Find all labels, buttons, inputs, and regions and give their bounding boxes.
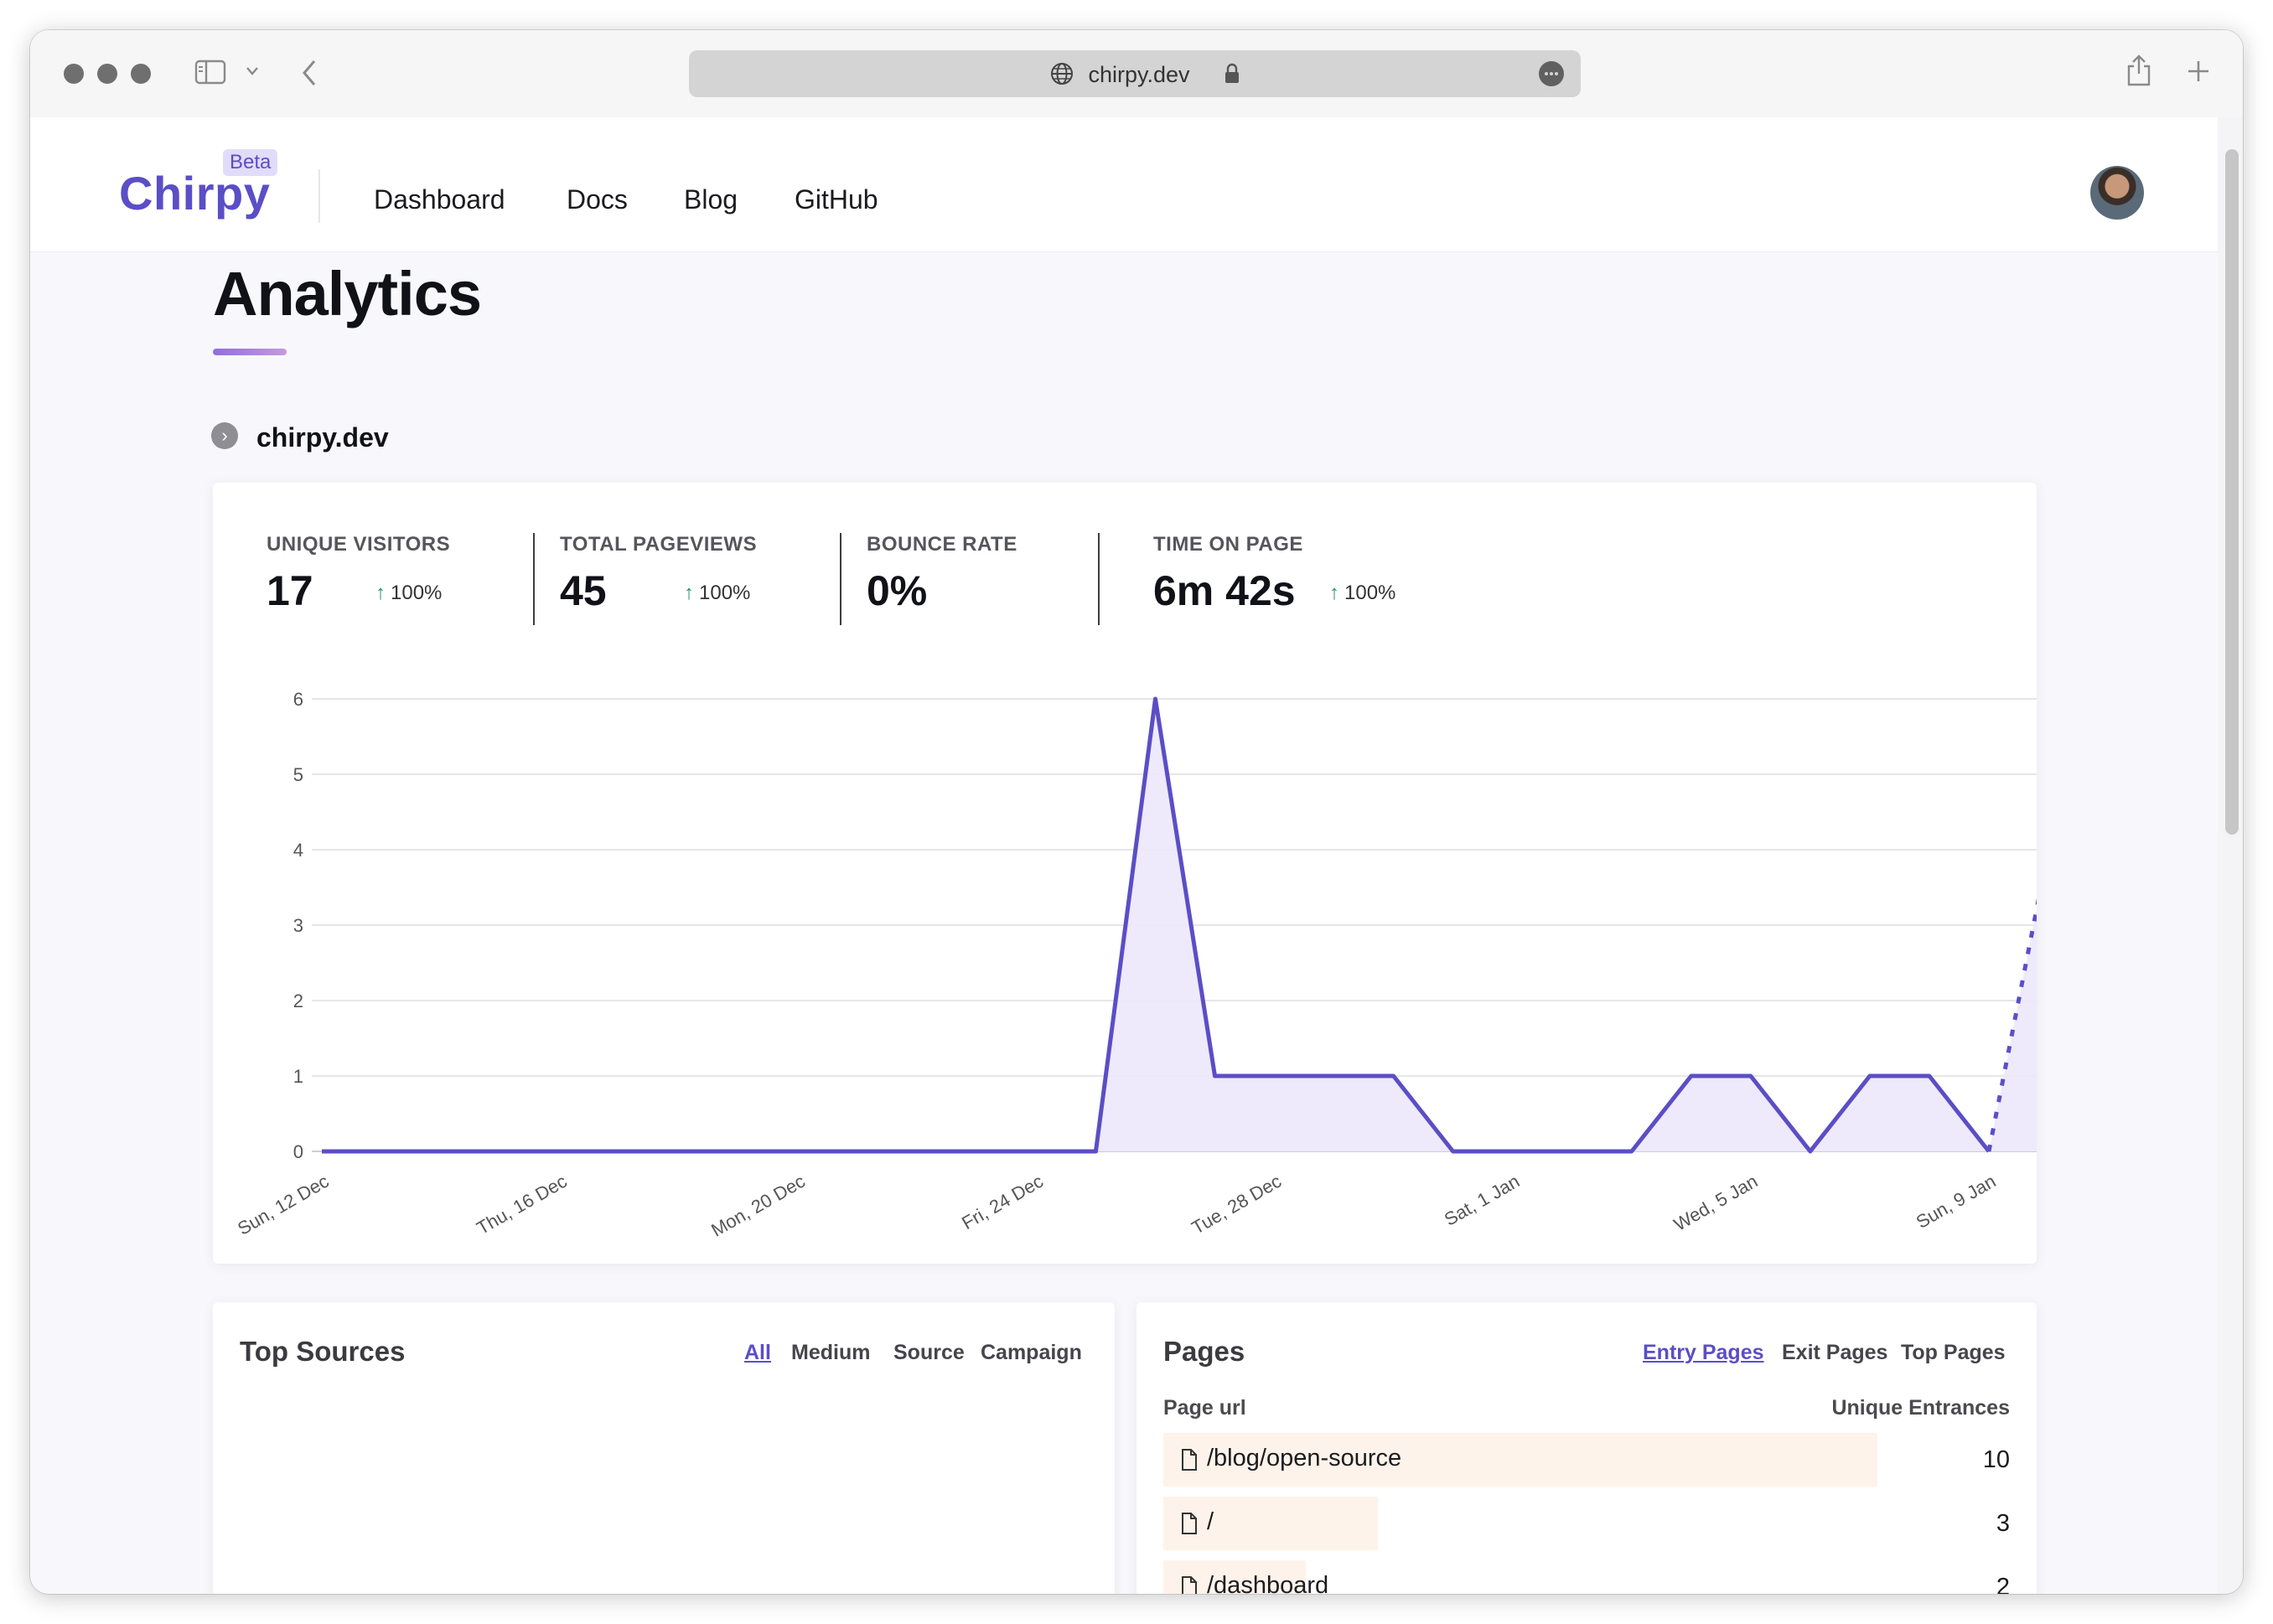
url-text: chirpy.dev — [1088, 62, 1190, 87]
tab-medium[interactable]: Medium — [791, 1341, 870, 1365]
tab-campaign[interactable]: Campaign — [981, 1341, 1082, 1365]
page-url[interactable]: / — [1207, 1508, 1214, 1536]
more-options-icon[interactable] — [1539, 61, 1564, 86]
column-header-page-url: Page url — [1163, 1396, 1246, 1420]
x-tick-label: Sun, 12 Dec — [234, 1171, 332, 1239]
x-tick-label: Sun, 9 Jan — [1913, 1171, 2000, 1233]
chevron-down-icon[interactable] — [245, 65, 260, 77]
y-tick-label: 3 — [293, 915, 303, 936]
page-row[interactable]: /blog/open-source 10 — [1163, 1433, 2010, 1487]
file-icon — [1182, 1513, 1197, 1534]
nav-github[interactable]: GitHub — [795, 184, 878, 215]
x-tick-label: Tue, 28 Dec — [1188, 1171, 1285, 1239]
page-url[interactable]: /blog/open-source — [1207, 1445, 1401, 1472]
sidebar-toggle-icon[interactable] — [194, 59, 226, 85]
zoom-window-button[interactable] — [131, 64, 151, 84]
lock-icon — [1225, 63, 1239, 83]
page-count: 2 — [1996, 1574, 2010, 1594]
pages-card: Pages Entry Pages Exit Pages Top Pages P… — [1136, 1302, 2037, 1594]
title-underline — [213, 349, 287, 355]
analytics-card: UNIQUE VISITORS 17 ↑ 100% TOTAL PAGEVIEWS… — [213, 483, 2037, 1264]
column-header-unique-entrances: Unique Entrances — [1831, 1396, 2010, 1420]
beta-badge: Beta — [223, 149, 278, 176]
page-row[interactable]: /3 — [1163, 1497, 2010, 1550]
user-avatar[interactable] — [2090, 166, 2144, 220]
minimize-window-button[interactable] — [97, 64, 117, 84]
scrollbar-thumb[interactable] — [2225, 149, 2239, 835]
tab-all[interactable]: All — [744, 1341, 771, 1365]
close-window-button[interactable] — [64, 64, 84, 84]
browser-toolbar: chirpy.dev — [30, 30, 2243, 117]
tab-top-pages[interactable]: Top Pages — [1901, 1341, 2006, 1365]
app-header: Chirpy Beta Dashboard Docs Blog GitHub — [30, 117, 2218, 252]
file-icon — [1182, 1576, 1197, 1594]
y-tick-label: 0 — [293, 1141, 303, 1162]
y-tick-label: 1 — [293, 1066, 303, 1087]
nav-dashboard[interactable]: Dashboard — [374, 184, 505, 215]
page-count: 3 — [1996, 1510, 2010, 1537]
browser-window: chirpy.dev Chirpy Beta Dashboard Docs Bl… — [30, 30, 2243, 1594]
file-icon — [1182, 1449, 1197, 1471]
address-bar[interactable]: chirpy.dev — [689, 50, 1581, 97]
top-sources-card: Top Sources All Medium Source Campaign — [213, 1302, 1115, 1594]
top-sources-title: Top Sources — [240, 1336, 406, 1367]
nav-blog[interactable]: Blog — [684, 184, 738, 215]
tab-entry-pages[interactable]: Entry Pages — [1643, 1341, 1764, 1365]
page-title: Analytics — [213, 259, 482, 328]
x-tick-label: Wed, 5 Jan — [1670, 1171, 1762, 1235]
share-icon[interactable] — [2125, 54, 2152, 87]
visitors-chart[interactable]: 0 1 2 3 4 5 6 Sun, 12 Dec Thu, 16 Dec Mon, 20 Dec… — [213, 483, 2037, 1264]
y-tick-label: 6 — [293, 689, 303, 710]
x-tick-label: Thu, 16 Dec — [473, 1171, 570, 1239]
nav-docs[interactable]: Docs — [567, 184, 628, 215]
y-tick-label: 4 — [293, 840, 303, 861]
page-url[interactable]: /dashboard — [1207, 1572, 1328, 1594]
x-tick-label: Mon, 20 Dec — [707, 1171, 809, 1241]
header-divider — [318, 169, 320, 223]
back-icon[interactable] — [300, 59, 318, 87]
chevron-right-icon[interactable]: › — [211, 422, 238, 449]
x-tick-label: Fri, 24 Dec — [958, 1171, 1047, 1234]
pages-title: Pages — [1163, 1336, 1245, 1367]
tab-exit-pages[interactable]: Exit Pages — [1782, 1341, 1887, 1365]
page-count: 10 — [1982, 1446, 2010, 1473]
page-row[interactable]: /dashboard 2 — [1163, 1560, 2010, 1594]
new-tab-icon[interactable] — [2186, 59, 2211, 84]
tab-source[interactable]: Source — [893, 1341, 965, 1365]
x-tick-label: Sat, 1 Jan — [1441, 1171, 1523, 1230]
site-name[interactable]: chirpy.dev — [256, 422, 389, 453]
y-tick-label: 2 — [293, 990, 303, 1011]
y-tick-label: 5 — [293, 764, 303, 785]
